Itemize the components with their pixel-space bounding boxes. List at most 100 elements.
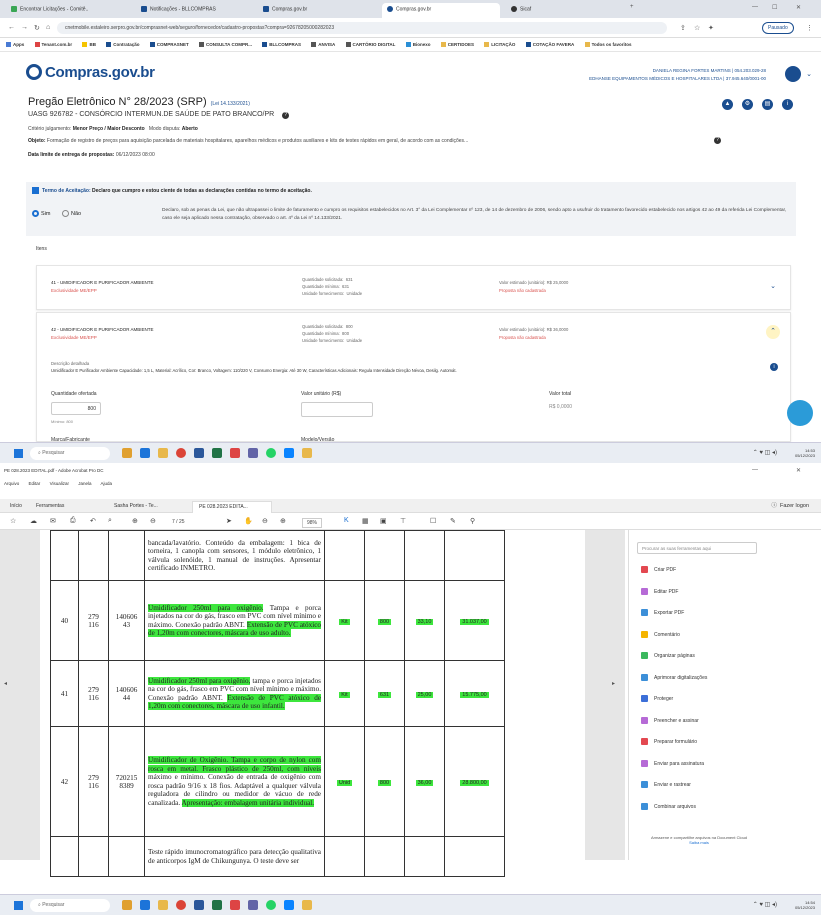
tool-item[interactable]: Proteger — [641, 695, 673, 702]
minimize-icon[interactable]: — — [752, 4, 758, 10]
tool-item[interactable]: Enviar para assinatura — [641, 759, 704, 767]
tab-document-active[interactable]: PE 028.2023 EDITA... — [192, 501, 272, 513]
tools-search-input[interactable]: Procurar as suas ferramentas aqui — [637, 542, 757, 554]
chevron-down-icon[interactable]: ⌄ — [806, 70, 812, 78]
bookmark-item[interactable]: CONSULTA COMPR... — [199, 42, 252, 48]
tool-item[interactable]: Preparar formulário — [641, 738, 697, 745]
bookmark-item[interactable]: ANVISA — [311, 42, 335, 48]
browser-tab[interactable]: Sicaf — [506, 3, 624, 18]
folder-icon[interactable] — [302, 900, 312, 910]
info-icon[interactable]: i — [782, 99, 793, 110]
back-icon[interactable]: ← — [8, 24, 15, 31]
search-icon[interactable]: ⌕ — [108, 517, 112, 525]
star-icon[interactable]: ☆ — [694, 24, 700, 32]
weather-icon[interactable] — [122, 900, 132, 910]
bookmark-item[interactable]: BLLCOMPRAS — [262, 42, 301, 48]
app-icon[interactable] — [284, 448, 294, 458]
close-icon[interactable]: ✕ — [796, 4, 801, 11]
help-icon[interactable]: ? — [714, 137, 721, 144]
bookmark-item[interactable]: LICITAÇÃO — [484, 42, 515, 48]
chrome-icon[interactable] — [176, 448, 186, 458]
read-icon[interactable]: ⊤ — [400, 517, 406, 525]
home-icon[interactable]: ⌂ — [46, 24, 50, 31]
checkbox-icon[interactable] — [32, 187, 39, 194]
close-icon[interactable]: ✕ — [796, 467, 801, 474]
teams-icon[interactable] — [248, 448, 258, 458]
chevron-down-icon[interactable]: ⌄ — [766, 280, 780, 294]
tab-ferramentas[interactable]: Ferramentas — [30, 501, 70, 513]
comment-icon[interactable]: ☐ — [430, 517, 436, 525]
view-icon[interactable]: ▦ — [362, 517, 369, 525]
extension-icon[interactable]: ✦ — [708, 24, 714, 32]
zoom-out-icon[interactable]: ⊖ — [262, 517, 268, 525]
whatsapp-icon[interactable] — [266, 900, 276, 910]
bookmark-item[interactable]: CERTIDOES — [440, 42, 474, 48]
taskbar-clock[interactable]: 14:53 05/12/2023 — [795, 448, 815, 458]
tool-item[interactable]: Criar PDF — [641, 566, 676, 573]
browser-tab[interactable]: Encontrar Licitações - Comitê.. — [6, 3, 124, 18]
tool-item[interactable]: Editar PDF — [641, 587, 678, 595]
hand-icon[interactable]: ✋ — [244, 517, 253, 525]
share-icon[interactable]: ⇪ — [680, 24, 686, 32]
tool-item[interactable]: Preencher e assinar — [641, 716, 699, 724]
menu-item[interactable]: Ajuda — [101, 481, 113, 486]
promo-link[interactable]: Saiba mais — [639, 840, 759, 845]
law-link[interactable]: (Lei 14.133/2021) — [211, 101, 250, 107]
mail-icon[interactable]: ✉ — [50, 517, 56, 525]
bookmark-item[interactable]: Bionexo — [405, 42, 430, 48]
fit-page-icon[interactable]: K — [344, 517, 349, 524]
chat-assistant-icon[interactable] — [787, 400, 813, 426]
url-field[interactable]: cnetmobile.estaleiro.serpro.gov.br/compr… — [57, 22, 667, 34]
taskbar-search[interactable]: ⌕ Pesquisar — [30, 899, 110, 912]
folder-icon[interactable] — [302, 448, 312, 458]
word-icon[interactable] — [194, 900, 204, 910]
zoom-select[interactable]: 98% — [302, 518, 323, 528]
pen-icon[interactable]: ✎ — [450, 517, 456, 525]
browser-tab[interactable]: Compras.gov.br — [258, 3, 376, 18]
word-icon[interactable] — [194, 448, 204, 458]
forward-icon[interactable]: → — [21, 24, 28, 31]
bookmark-item[interactable]: COTAÇÃO FAVERA — [525, 42, 574, 48]
settings-icon[interactable]: ⚙ — [742, 99, 753, 110]
acrobat-icon[interactable] — [230, 448, 240, 458]
tab-document[interactable]: Sasha Portes - Te... — [108, 501, 164, 513]
sign-in-link[interactable]: ⓘ Fazer logon — [771, 501, 809, 509]
item-card[interactable]: 41 - UMIDIFICADOR E PURIFICADOR AMBIENTE… — [36, 265, 791, 310]
bookmark-item[interactable]: COMPRASNET — [149, 42, 189, 48]
explorer-icon[interactable] — [158, 448, 168, 458]
maximize-icon[interactable]: ☐ — [772, 4, 777, 11]
share-link-icon[interactable]: ⚲ — [470, 517, 475, 525]
termo-checkbox-row[interactable]: Termo de Aceitação: Declaro que cumpro e… — [32, 187, 312, 194]
radio-nao[interactable]: Não — [62, 210, 81, 217]
cloud-icon[interactable]: ☁ — [30, 517, 37, 525]
tool-item[interactable]: Aprimorar digitalizações — [641, 673, 707, 681]
windows-start-icon[interactable] — [14, 901, 23, 910]
valor-unitario-input[interactable] — [301, 402, 373, 417]
taskbar-clock[interactable]: 14:54 05/12/2023 — [795, 900, 815, 910]
menu-item[interactable]: Visualizar — [50, 481, 69, 486]
bookmark-item[interactable]: CARTÓRIO DIGITAL — [345, 42, 395, 48]
radio-sim[interactable]: Sim — [32, 210, 50, 217]
teams-icon[interactable] — [248, 900, 258, 910]
bookmark-item[interactable]: Apps — [6, 42, 24, 48]
edge-icon[interactable] — [140, 448, 150, 458]
excel-icon[interactable] — [212, 448, 222, 458]
weather-icon[interactable] — [122, 448, 132, 458]
item-card-expanded[interactable]: 42 - UMIDIFICADOR E PURIFICADOR AMBIENTE… — [36, 312, 791, 443]
info-icon[interactable]: i — [770, 363, 778, 371]
new-tab-icon[interactable]: + — [630, 4, 634, 10]
print-icon[interactable]: ⎙ — [70, 517, 76, 525]
tool-item[interactable]: Exportar PDF — [641, 609, 684, 616]
menu-item[interactable]: Editar — [29, 481, 41, 486]
browser-tab[interactable]: Notificações - BLLCOMPRAS — [136, 3, 254, 18]
tool-item[interactable]: Organizar páginas — [641, 652, 695, 659]
select-cursor-icon[interactable]: ➤ — [226, 517, 232, 525]
chrome-icon[interactable] — [176, 900, 186, 910]
tool-item[interactable]: Combinar arquivos — [641, 802, 696, 810]
undo-icon[interactable]: ↶ — [90, 517, 96, 525]
save-icon[interactable]: ☆ — [10, 517, 16, 525]
alert-icon[interactable]: ▲ — [722, 99, 733, 110]
document-icon[interactable]: ▤ — [762, 99, 773, 110]
chevron-up-icon[interactable]: ⌃ — [766, 325, 780, 339]
edge-icon[interactable] — [140, 900, 150, 910]
